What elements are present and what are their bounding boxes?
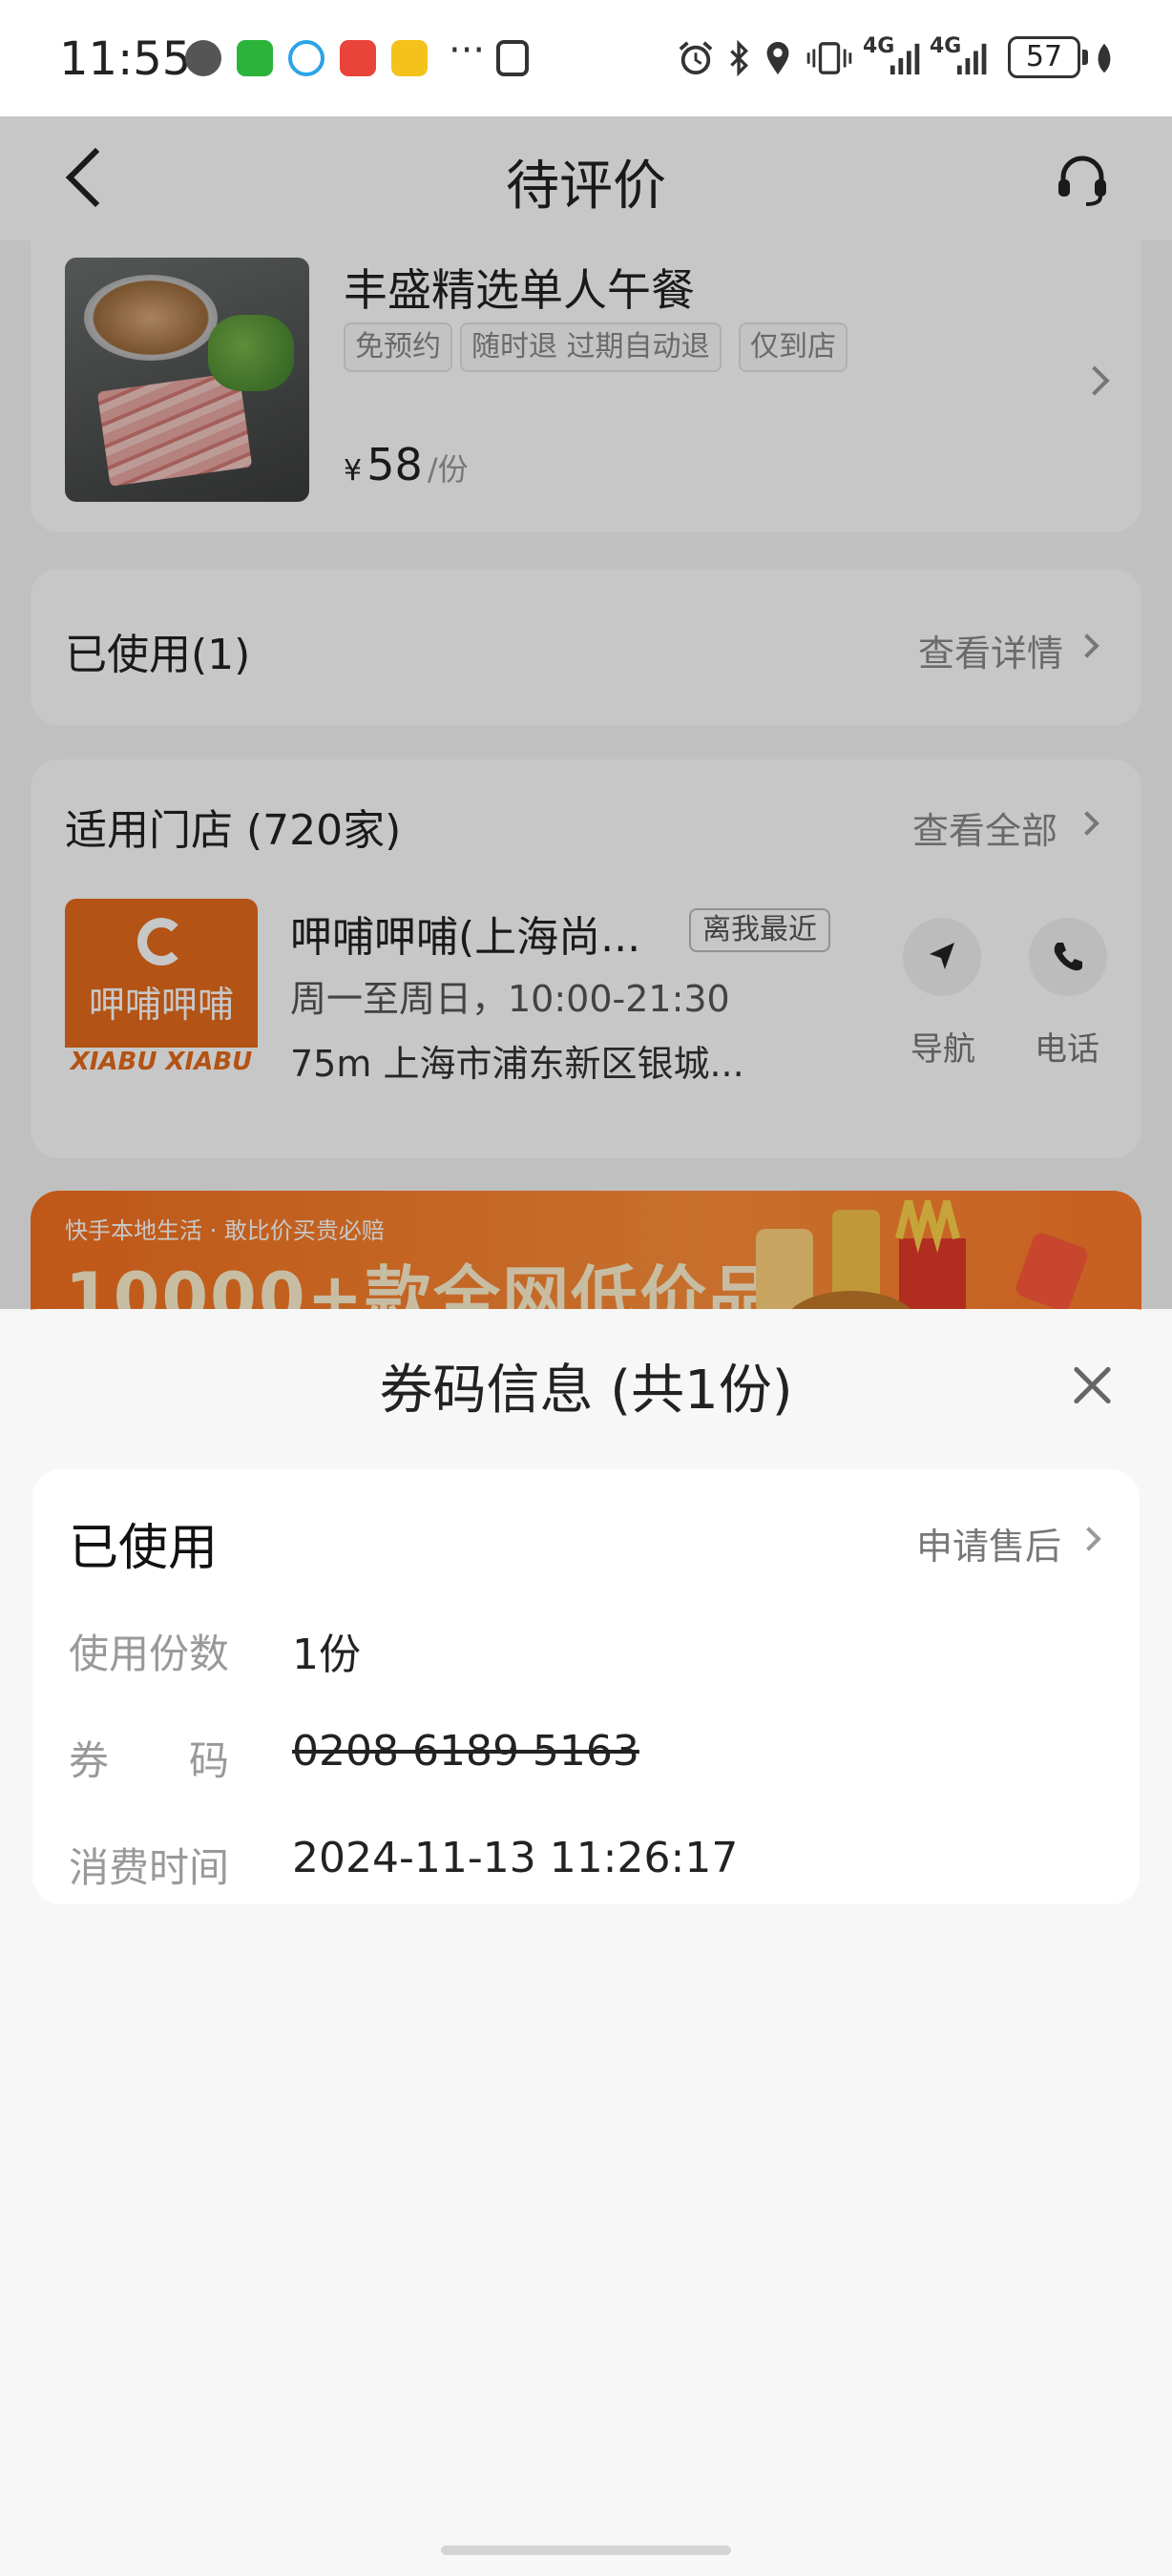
status-time: 11:55 [59,32,192,86]
voucher-info-sheet: 券码信息 (共1份) 已使用 申请售后 使用份数 1份 券 码 0208 618… [0,1309,1172,2576]
avatar-app-icon [185,40,221,76]
signal-icon-2 [957,43,987,75]
alarm-icon [679,41,713,75]
status-bar: 11:55 ··· 4G 4G 57 [0,0,1172,116]
voucher-status: 已使用 [69,1520,219,1577]
wechat-app-icon [237,40,273,76]
quantity-value: 1份 [292,1631,361,1679]
vibrate-icon [806,42,852,74]
dim-overlay[interactable] [0,116,1172,1309]
consume-time-value: 2024-11-13 11:26:17 [292,1834,739,1882]
info-label: 使用份数 [69,1631,230,1677]
sheet-title: 券码信息 (共1份) [379,1360,793,1422]
close-icon[interactable] [1071,1364,1113,1406]
battery-indicator: 57 [1008,36,1080,78]
after-sale-link[interactable]: 申请售后 [916,1517,1061,1569]
info-label: 消费时间 [69,1844,230,1891]
chat-app-icon [288,40,324,76]
home-indicator [441,2545,731,2555]
bluetooth-icon [730,40,749,76]
chevron-right-icon [1077,1527,1101,1551]
nfc-icon [496,40,529,76]
leaf-icon [1098,43,1111,73]
weibo-app-icon [391,40,428,76]
voucher-info-card: 已使用 申请售后 使用份数 1份 券 码 0208 6189 5163 消费时间… [32,1469,1140,1904]
battery-tip [1082,50,1088,65]
more-notifications-icon: ··· [449,29,486,73]
location-icon [766,41,789,75]
shopping-app-icon [340,40,376,76]
signal-icon [889,43,920,75]
voucher-code-value: 0208 6189 5163 [292,1727,639,1776]
info-label: 券 码 [69,1737,230,1784]
